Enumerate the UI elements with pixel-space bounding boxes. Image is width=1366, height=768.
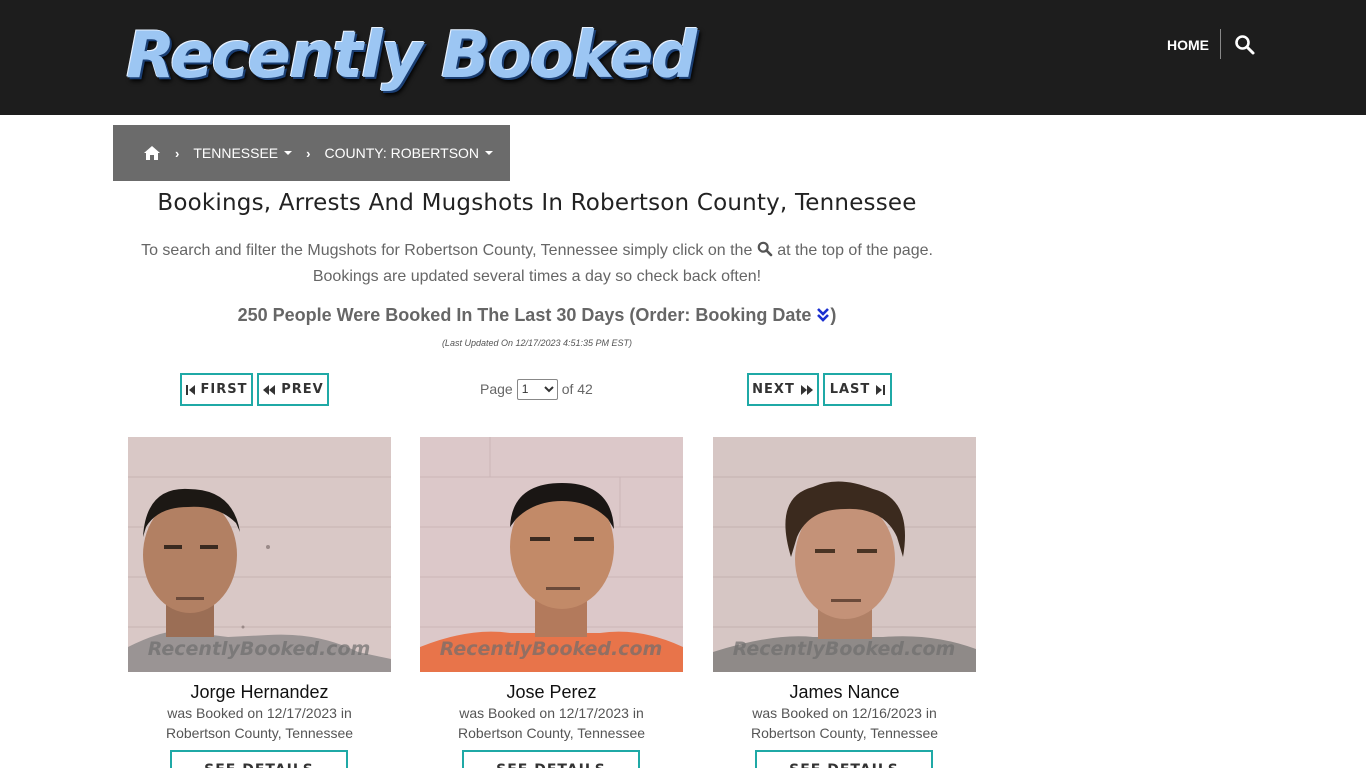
prev-icon [263,384,276,395]
booking-name[interactable]: James Nance [713,682,976,703]
booking-count-close: ) [830,305,837,325]
site-logo[interactable]: Recently Booked [126,18,697,94]
first-page-button[interactable]: FIRST [180,373,253,406]
last-label: LAST [829,382,871,397]
caret-down-icon [485,151,494,155]
next-page-button[interactable]: NEXT [747,373,819,406]
breadcrumb-county-label: COUNTY: ROBERTSON [324,145,480,161]
breadcrumb-state-label: TENNESSEE [193,145,279,161]
breadcrumb-county-dropdown[interactable]: COUNTY: ROBERTSON [325,145,494,161]
page-select[interactable]: 1 [516,378,558,400]
breadcrumb-separator-icon: › [306,145,311,161]
booking-location: Robertson County, Tennessee [457,725,646,741]
nav-divider [1220,29,1221,59]
booking-count: 250 People Were Booked In The Last 30 Da… [113,305,961,328]
watermark-text: RecentlyBooked.com [733,638,956,660]
watermark-text: RecentlyBooked.com [440,638,663,660]
first-label: FIRST [200,382,248,397]
site-header: Recently Booked HOME [0,0,1366,115]
last-icon [876,384,886,395]
sort-down-icon[interactable] [816,307,830,328]
booking-card: RecentlyBooked.com Jorge Hernandez was B… [128,437,391,768]
booking-card: RecentlyBooked.com Jose Perez was Booked… [420,437,683,768]
booking-location: Robertson County, Tennessee [165,725,354,741]
first-icon [185,384,195,395]
booking-card: RecentlyBooked.com James Nance was Booke… [713,437,976,768]
caret-down-icon [284,151,293,155]
booking-date: was Booked on 12/16/2023 in [752,705,937,721]
page-label: Page [480,381,513,397]
intro-text-before: To search and filter the Mugshots for Ro… [141,242,753,259]
booking-date: was Booked on 12/17/2023 in [459,705,644,721]
watermark-text: RecentlyBooked.com [148,638,371,660]
last-page-button[interactable]: LAST [823,373,892,406]
prev-page-button[interactable]: PREV [257,373,329,406]
breadcrumb-separator-icon: › [175,145,180,161]
page-title: Bookings, Arrests And Mugshots In Robert… [157,190,917,216]
page-total: of 42 [561,381,593,397]
nav-home-link[interactable]: HOME [1167,37,1209,53]
mugshot-photo[interactable]: RecentlyBooked.com [128,437,391,672]
home-icon[interactable] [143,145,161,161]
inline-search-icon[interactable] [757,241,777,259]
search-icon[interactable] [1234,34,1256,56]
intro-text-after: at the top of the page. [777,242,933,259]
intro-text: To search and filter the Mugshots for Ro… [113,238,961,290]
see-details-button[interactable]: SEE DETAILS [462,750,640,768]
booking-count-text: 250 People Were Booked In The Last 30 Da… [237,305,812,325]
booking-location: Robertson County, Tennessee [750,725,939,741]
booking-name[interactable]: Jorge Hernandez [128,682,391,703]
see-details-button[interactable]: SEE DETAILS [755,750,933,768]
booking-name[interactable]: Jose Perez [420,682,683,703]
intro-text-line2: Bookings are updated several times a day… [312,268,762,285]
next-label: NEXT [752,382,795,397]
booking-date: was Booked on 12/17/2023 in [167,705,352,721]
prev-label: PREV [281,382,324,397]
page-selector: Page 1 of 42 [480,378,593,400]
breadcrumb-state-dropdown[interactable]: TENNESSEE [193,145,293,161]
next-icon [800,384,813,395]
see-details-button[interactable]: SEE DETAILS [170,750,348,768]
last-updated: (Last Updated On 12/17/2023 4:51:35 PM E… [441,338,633,348]
breadcrumb: › TENNESSEE › COUNTY: ROBERTSON [113,125,510,181]
mugshot-photo[interactable]: RecentlyBooked.com [420,437,683,672]
mugshot-photo[interactable]: RecentlyBooked.com [713,437,976,672]
